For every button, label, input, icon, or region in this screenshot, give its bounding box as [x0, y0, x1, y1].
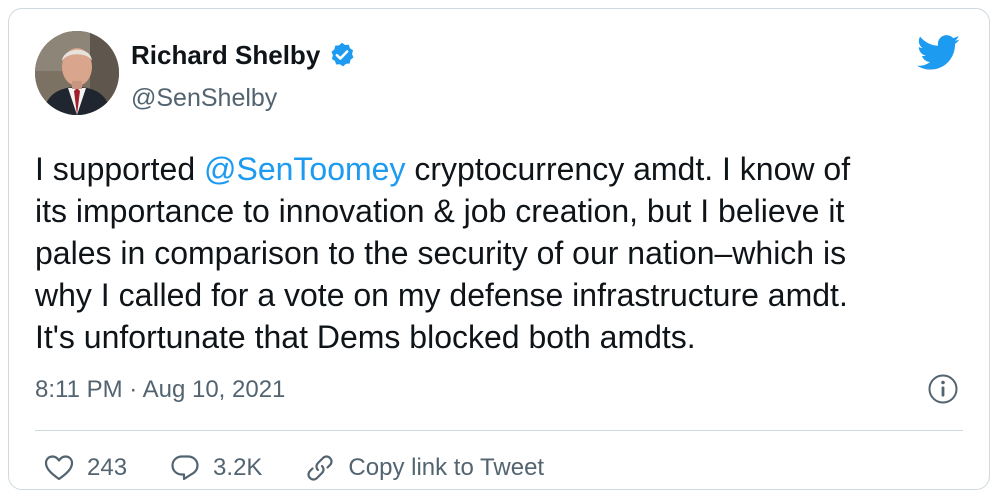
- copy-link-button[interactable]: Copy link to Tweet: [304, 452, 544, 484]
- tweet-card: Richard Shelby @SenShelby I supported @S…: [8, 8, 990, 490]
- divider: [35, 430, 963, 431]
- info-icon[interactable]: [927, 373, 959, 405]
- reply-icon: [171, 455, 199, 481]
- tweet-timestamp[interactable]: 8:11 PM · Aug 10, 2021: [35, 375, 285, 405]
- reply-count: 3.2K: [213, 454, 263, 481]
- link-icon: [307, 455, 334, 481]
- author-handle[interactable]: @SenShelby: [131, 83, 277, 113]
- author-name-row: Richard Shelby: [131, 39, 356, 71]
- tweet-text: I supported @SenToomey cryptocurrency am…: [35, 148, 965, 358]
- avatar[interactable]: [35, 31, 119, 115]
- verified-badge-icon: [328, 41, 356, 69]
- mention-link[interactable]: @SenToomey: [204, 151, 405, 187]
- heart-icon: [44, 455, 74, 481]
- reply-button[interactable]: 3.2K: [169, 452, 262, 484]
- copy-link-label: Copy link to Tweet: [348, 454, 545, 481]
- like-count: 243: [87, 454, 128, 481]
- avatar-portrait: [35, 31, 119, 115]
- author-display-name[interactable]: Richard Shelby: [131, 39, 320, 71]
- twitter-bird-icon[interactable]: [917, 35, 961, 71]
- tweet-actions: 243 3.2K Copy link to Tweet: [43, 452, 586, 484]
- like-button[interactable]: 243: [43, 452, 127, 484]
- tweet-text-prefix: I supported: [35, 151, 204, 187]
